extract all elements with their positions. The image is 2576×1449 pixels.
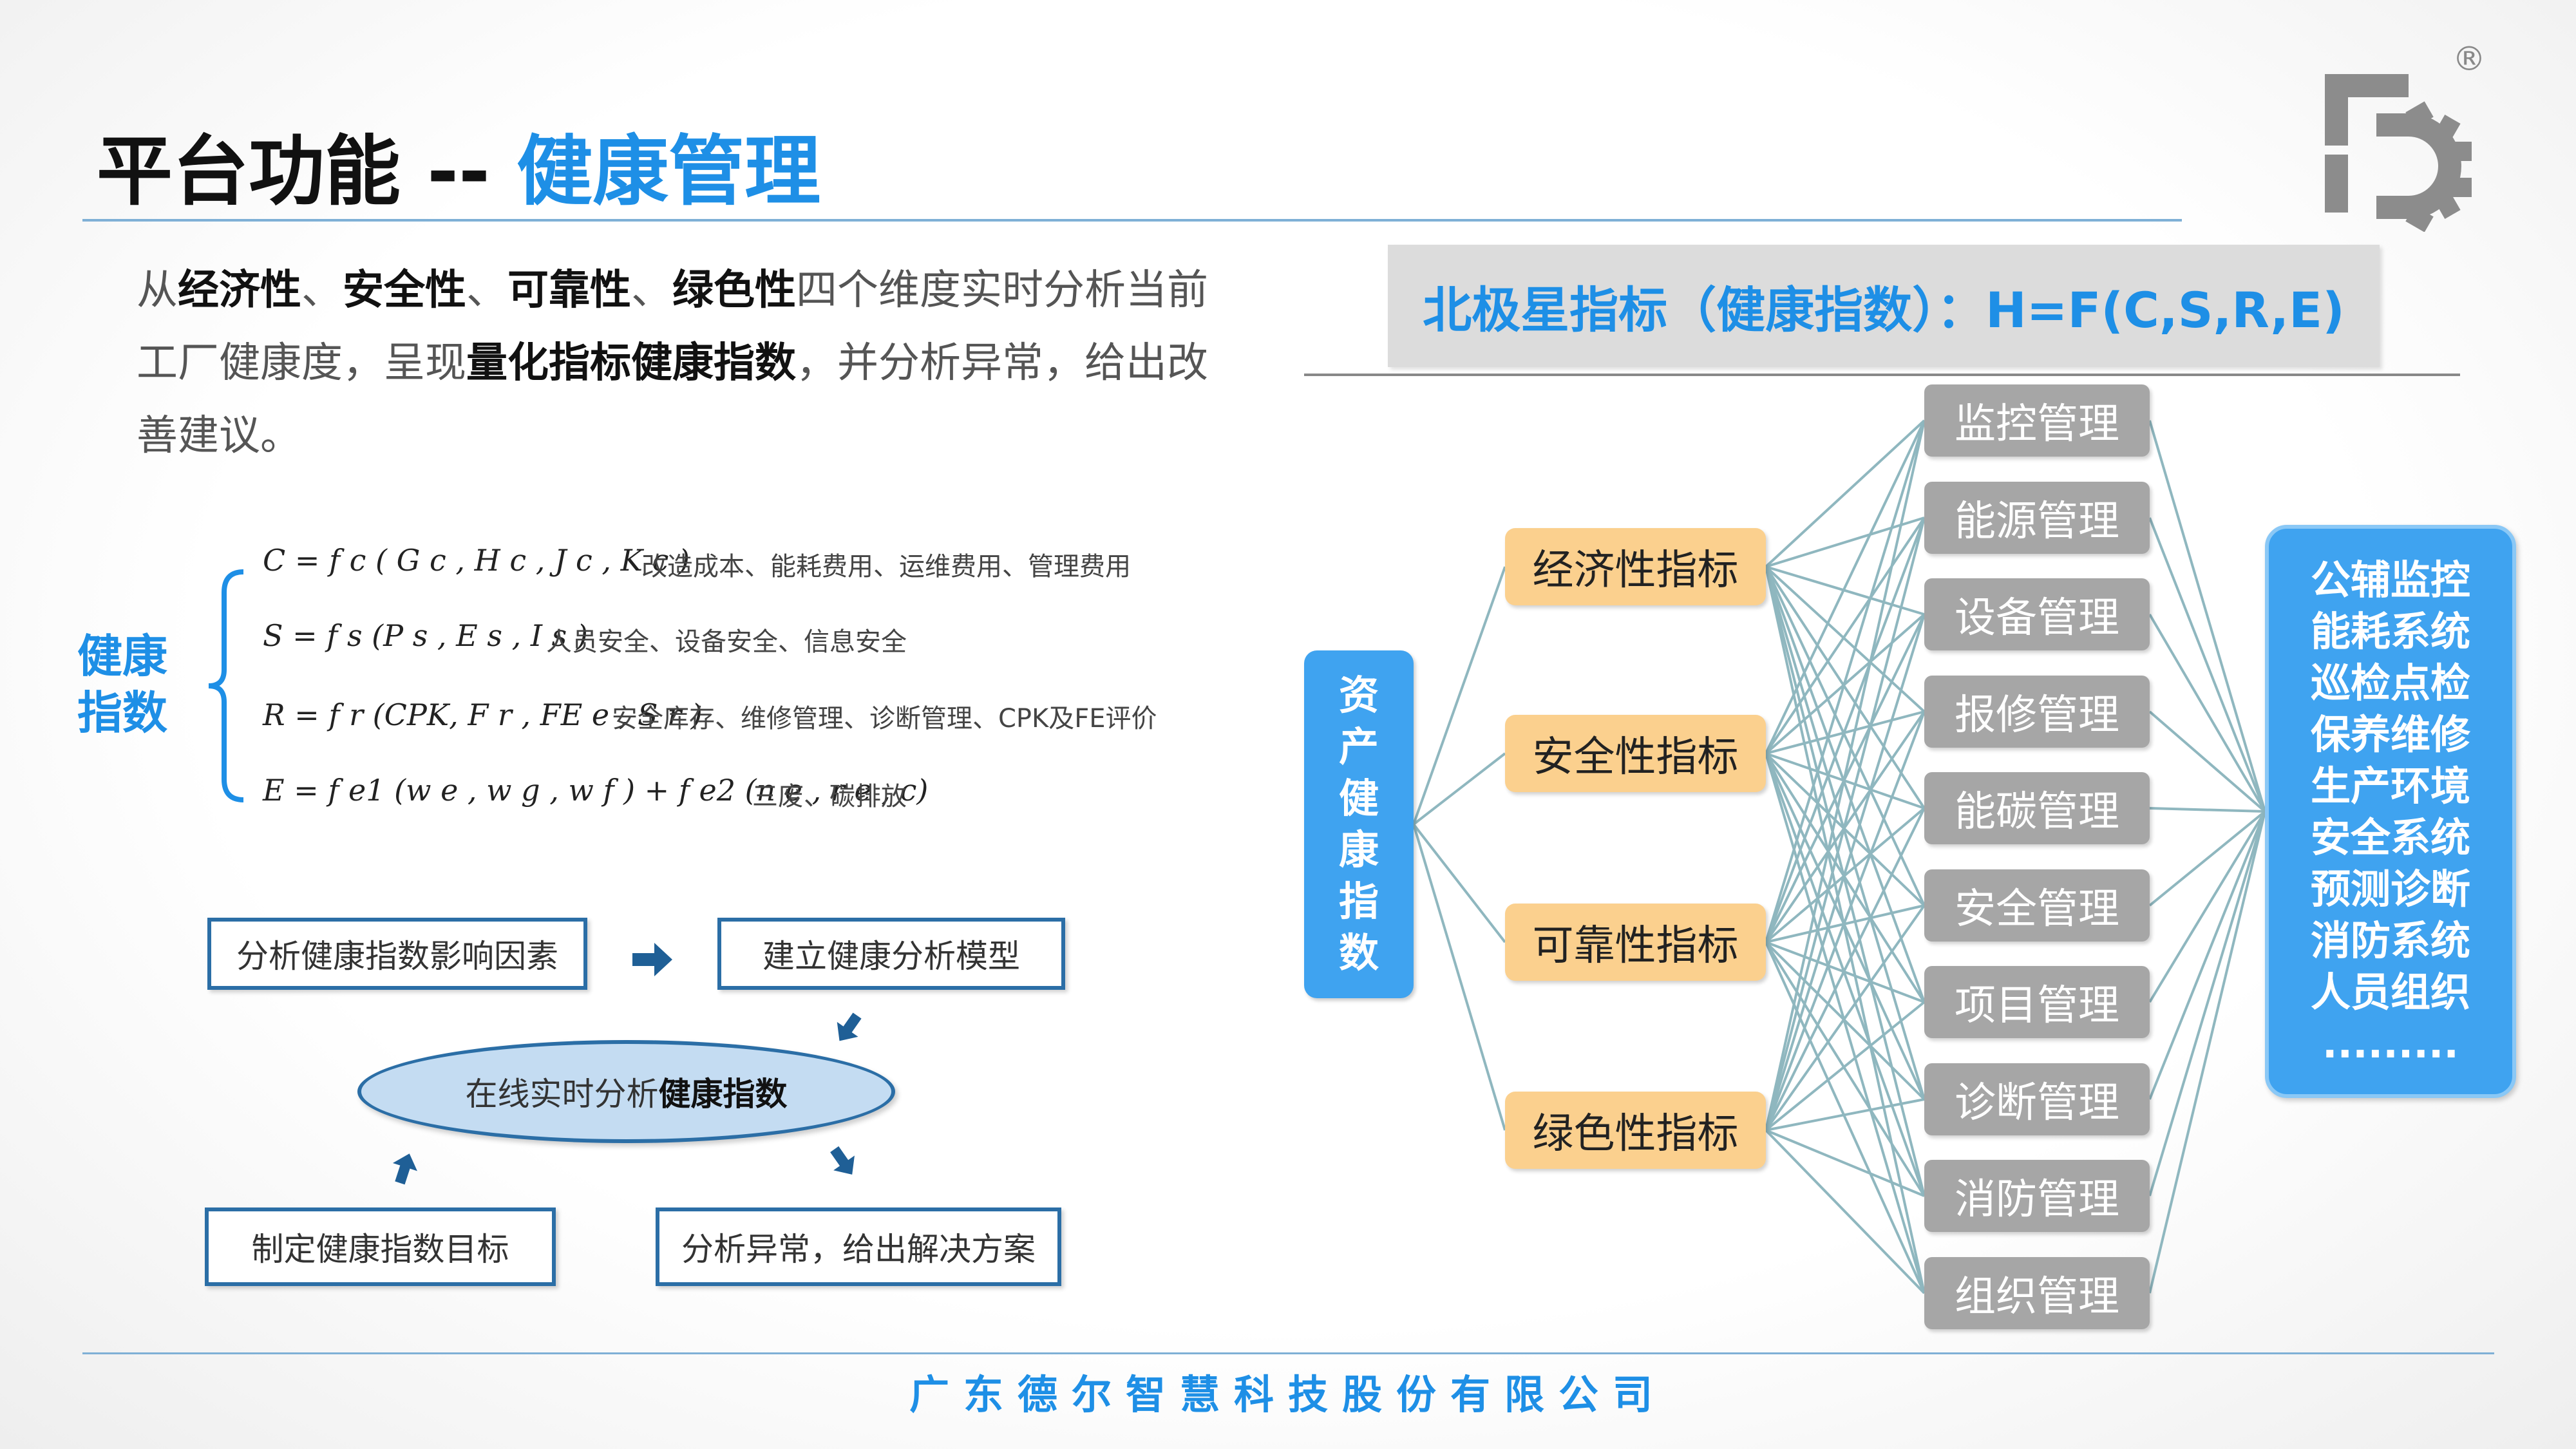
mgmt-fire: 消防管理 — [1924, 1160, 2150, 1232]
connector-line — [1765, 614, 1926, 1131]
mgmt-equipment: 设备管理 — [1924, 578, 2150, 650]
mgmt-repair: 报修管理 — [1924, 676, 2150, 748]
system-item: 人员组织 — [2310, 969, 2470, 1016]
system-item: 消防系统 — [2310, 917, 2470, 964]
connector-line — [1765, 517, 1926, 1131]
connector-line — [1765, 808, 1926, 1131]
systems-panel: 公辅监控 能耗系统 巡检点检 保养维修 生产环境 安全系统 预测诊断 消防系统 … — [2265, 525, 2516, 1098]
indicator-green: 绿色性指标 — [1505, 1092, 1766, 1169]
mgmt-diagnosis: 诊断管理 — [1924, 1063, 2150, 1135]
indicator-economy: 经济性指标 — [1505, 528, 1766, 605]
mgmt-energy: 能源管理 — [1924, 482, 2150, 554]
connector-line — [2148, 811, 2266, 1294]
connector-line — [2148, 810, 2266, 1003]
system-item: 预测诊断 — [2310, 866, 2470, 913]
asset-health-index-node: 资产健康指数 — [1304, 650, 1414, 998]
connector-line — [1765, 419, 1926, 568]
indicator-reliability: 可靠性指标 — [1505, 904, 1766, 981]
connector-line — [1765, 942, 1926, 1294]
system-item: ......... — [2322, 1020, 2459, 1067]
connector-line — [2148, 811, 2266, 1197]
connector-line — [2148, 710, 2266, 813]
connector-line — [2148, 420, 2266, 812]
connector-line — [1765, 1098, 1925, 1132]
connector-line — [1412, 824, 1506, 1131]
connector-line — [2149, 807, 2266, 813]
indicator-safety: 安全性指标 — [1505, 715, 1766, 792]
connector-lines — [1412, 419, 2266, 1294]
system-item: 巡检点检 — [2310, 659, 2470, 706]
system-item: 安全系统 — [2310, 814, 2470, 861]
mgmt-carbon: 能碳管理 — [1924, 772, 2150, 844]
connector-line — [1765, 566, 1926, 1294]
connector-line — [2148, 517, 2266, 812]
system-item: 保养维修 — [2310, 711, 2470, 758]
asset-health-index-label: 资产健康指数 — [1338, 672, 1379, 976]
mgmt-safety: 安全管理 — [1924, 869, 2150, 942]
mgmt-organization: 组织管理 — [1924, 1257, 2150, 1329]
footer-divider — [82, 1352, 2494, 1354]
mgmt-monitoring: 监控管理 — [1924, 384, 2150, 457]
connector-line — [1765, 753, 1926, 1100]
connector-line — [2148, 810, 2266, 907]
connector-line — [1765, 1129, 1925, 1197]
system-item: 生产环境 — [2310, 762, 2470, 810]
connector-line — [1412, 823, 1506, 943]
connector-line — [2148, 613, 2266, 813]
company-name: 广东德尔智慧科技股份有限公司 — [909, 1371, 1667, 1418]
system-item: 能耗系统 — [2310, 608, 2470, 655]
connector-line — [1412, 566, 1506, 825]
system-item: 公辅监控 — [2310, 556, 2470, 603]
mgmt-project: 项目管理 — [1924, 966, 2150, 1038]
